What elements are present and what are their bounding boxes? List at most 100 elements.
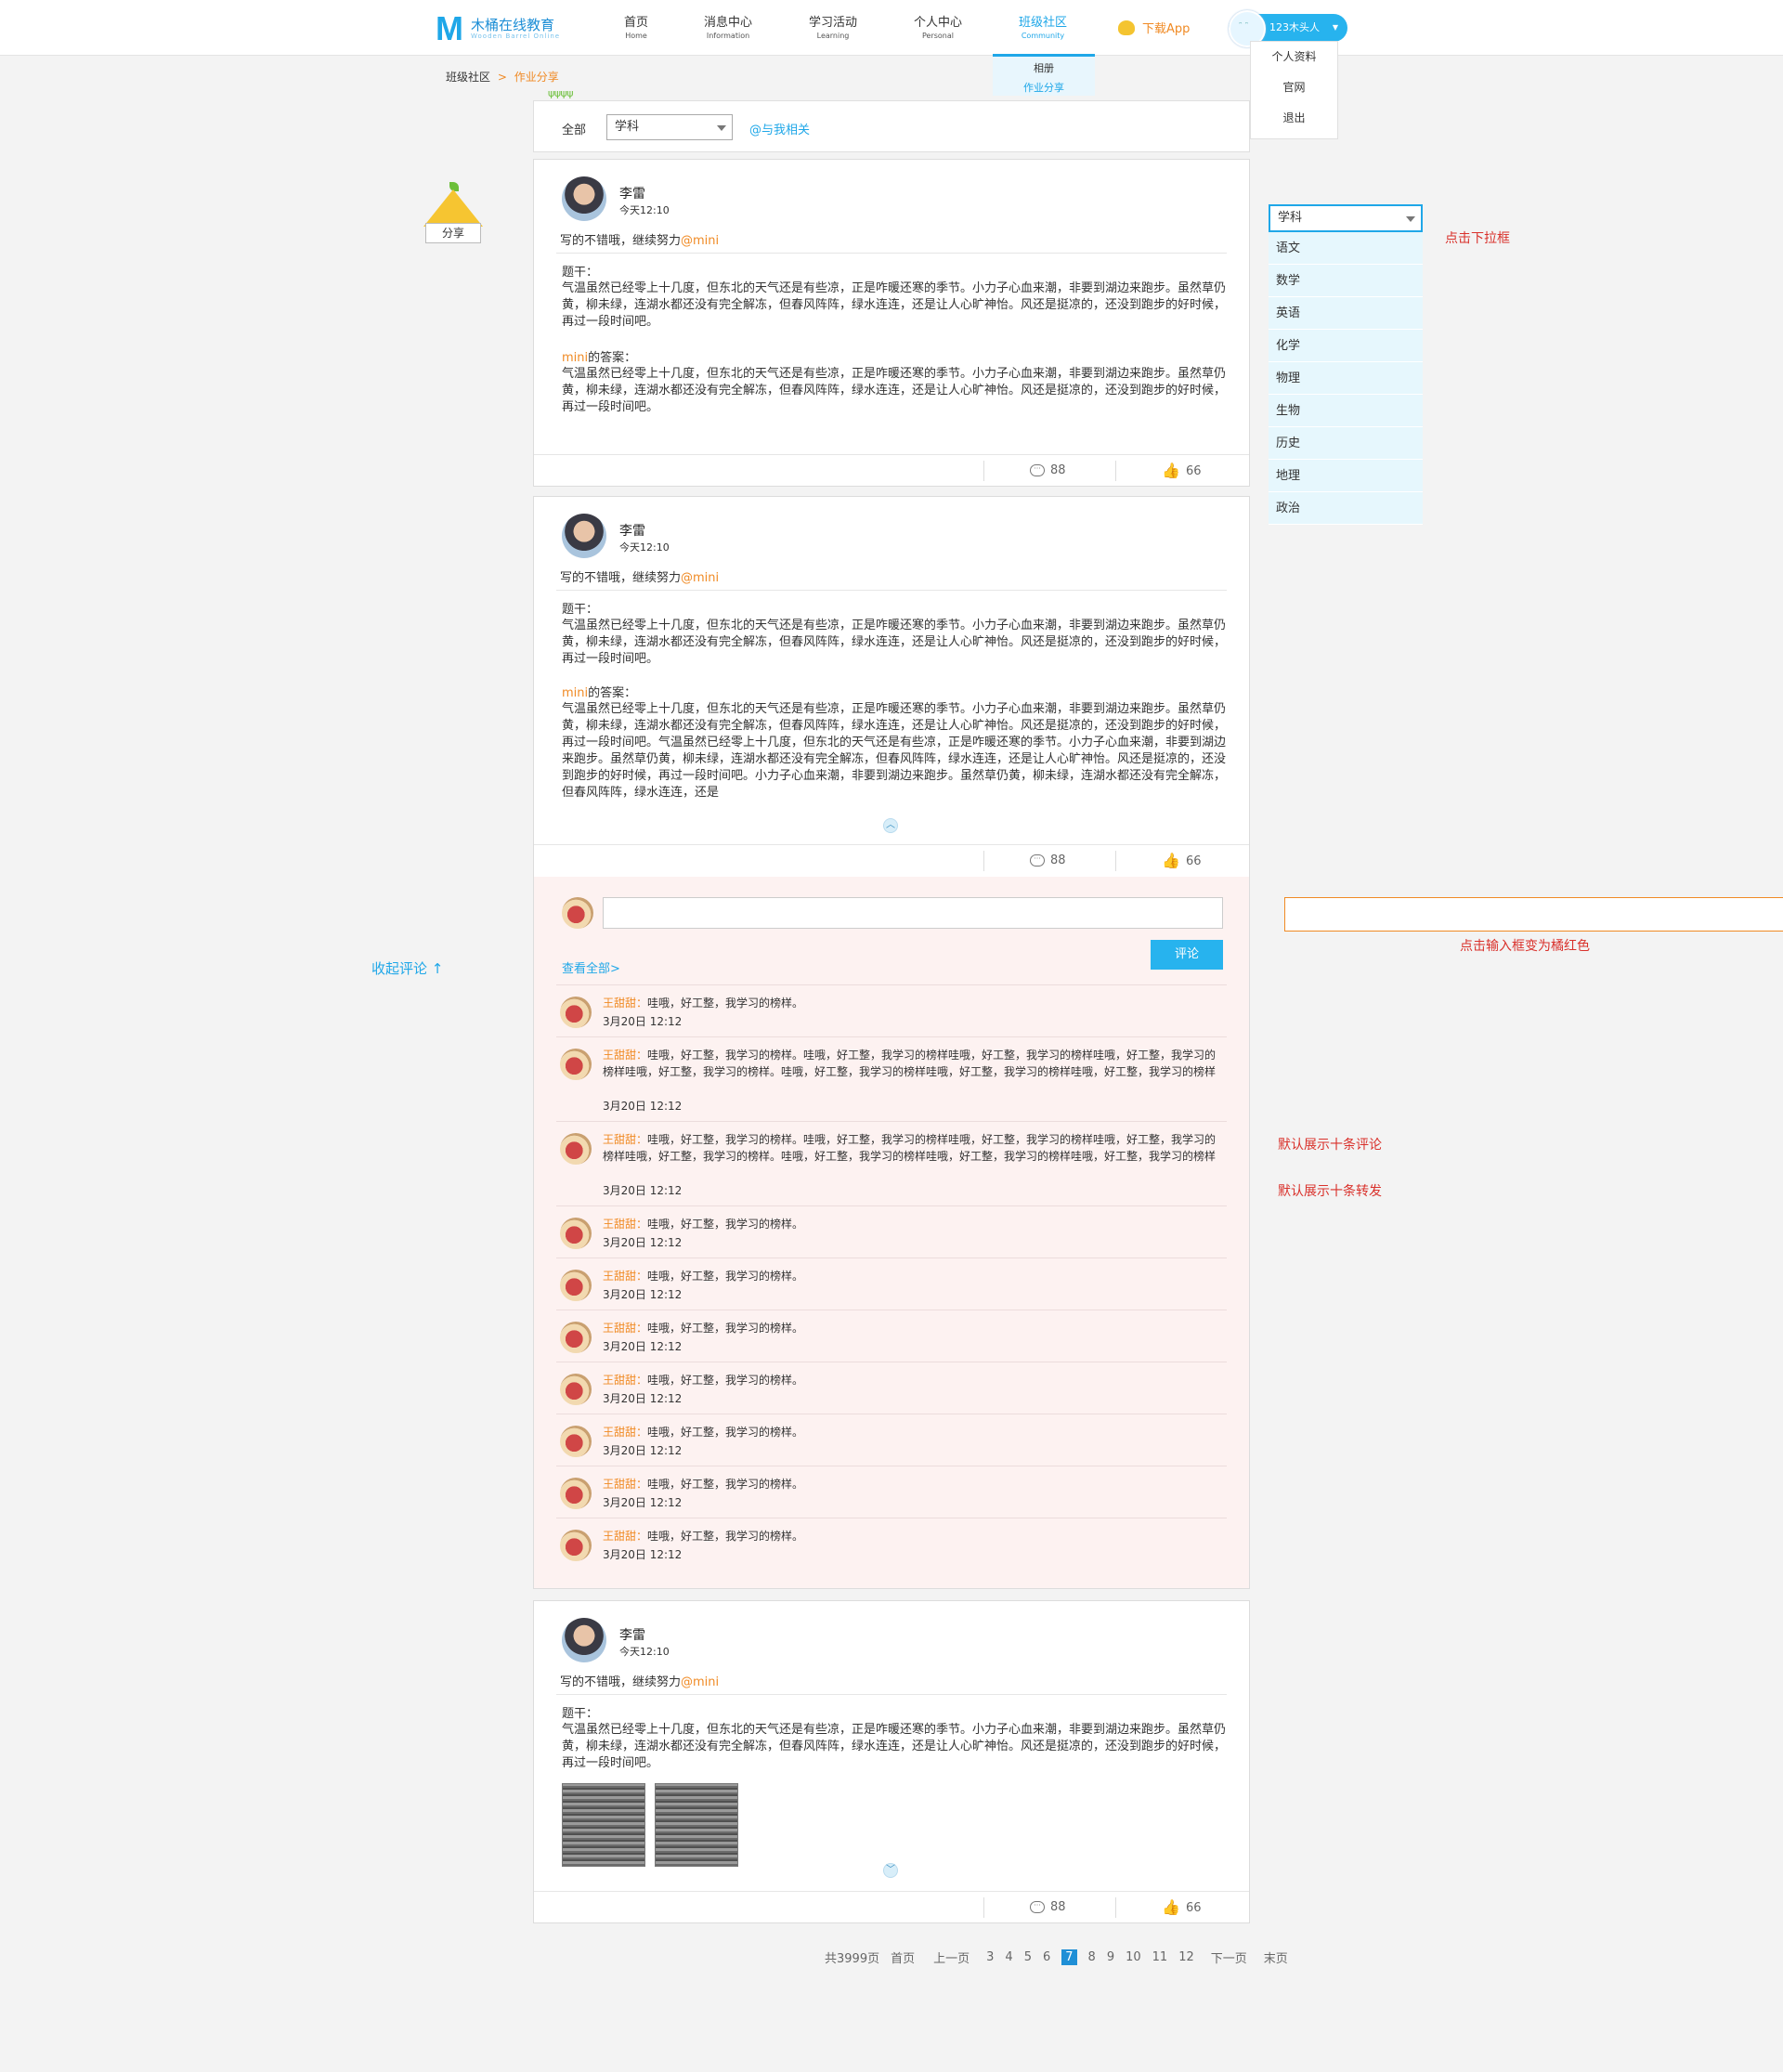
like-button[interactable]: 👍 66 <box>1162 854 1202 868</box>
subject-option[interactable]: 历史 <box>1269 427 1423 460</box>
comment-author[interactable]: 王甜甜： <box>603 1049 647 1062</box>
avatar[interactable] <box>560 1530 592 1561</box>
nav-information[interactable]: 消息中心 Information <box>686 15 770 41</box>
related-to-me-link[interactable]: @与我相关 <box>749 120 810 137</box>
comment-author[interactable]: 王甜甜： <box>603 1218 647 1231</box>
comment-author[interactable]: 王甜甜： <box>603 997 647 1010</box>
homework-image[interactable] <box>562 1783 645 1867</box>
subject-select[interactable]: 学科 <box>606 114 733 140</box>
user-menu-website[interactable]: 官网 <box>1251 72 1337 103</box>
subject-option[interactable]: 化学 <box>1269 330 1423 362</box>
collapse-comments-link[interactable]: 收起评论 ↑ <box>371 958 443 978</box>
breadcrumb-root[interactable]: 班级社区 <box>446 71 490 84</box>
filter-all[interactable]: 全部 <box>562 120 586 137</box>
page-link[interactable]: 8 <box>1088 1950 1096 1964</box>
avatar[interactable] <box>562 1618 606 1662</box>
page-link[interactable]: 11 <box>1152 1950 1168 1964</box>
comment-input[interactable] <box>603 897 1223 929</box>
answer-label-text: 的答案： <box>588 686 637 700</box>
page-link[interactable]: 9 <box>1107 1950 1114 1964</box>
submenu-homework-share[interactable]: 作业分享 <box>993 81 1095 96</box>
logo[interactable]: M 木桶在线教育 Wooden Barrel Online <box>436 12 560 46</box>
answer-author[interactable]: mini <box>562 351 588 365</box>
avatar[interactable] <box>560 1049 592 1080</box>
avatar[interactable] <box>560 1218 592 1249</box>
nav-personal[interactable]: 个人中心 Personal <box>896 15 980 41</box>
page-prev[interactable]: 上一页 <box>933 1948 970 1966</box>
avatar[interactable] <box>560 1426 592 1457</box>
comment-author[interactable]: 王甜甜： <box>603 1133 647 1146</box>
page-link[interactable]: 12 <box>1178 1950 1194 1964</box>
subject-select-value: 学科 <box>615 120 640 134</box>
avatar[interactable] <box>560 1270 592 1301</box>
comment-author[interactable]: 王甜甜： <box>603 1478 647 1491</box>
page-next[interactable]: 下一页 <box>1211 1948 1247 1966</box>
chevron-down-icon[interactable]: ﹀ <box>883 1863 898 1878</box>
page-link[interactable]: 6 <box>1043 1950 1050 1964</box>
nav-learning[interactable]: 学习活动 Learning <box>791 15 875 41</box>
download-app-link[interactable]: 下载App <box>1118 19 1190 36</box>
view-all-comments-link[interactable]: 查看全部> <box>562 958 620 976</box>
comment-author[interactable]: 王甜甜： <box>603 1374 647 1387</box>
avatar[interactable] <box>562 176 606 221</box>
subject-option[interactable]: 生物 <box>1269 395 1423 427</box>
comment-count: 88 <box>1050 854 1066 867</box>
submenu-album[interactable]: 相册 <box>993 57 1095 81</box>
divider <box>556 253 1227 254</box>
comment-date: 3月20日 12:12 <box>603 1100 683 1113</box>
comment-date: 3月20日 12:12 <box>603 1184 683 1197</box>
comment-count-button[interactable]: ··· 88 <box>1030 1900 1066 1914</box>
chevron-up-icon[interactable]: ︿ <box>883 818 898 833</box>
subject-option[interactable]: 语文 <box>1269 232 1423 265</box>
avatar[interactable] <box>562 514 606 558</box>
mention-link[interactable]: @mini <box>681 571 719 585</box>
comment-author[interactable]: 王甜甜： <box>603 1322 647 1335</box>
comment-author[interactable]: 王甜甜： <box>603 1426 647 1439</box>
post-author[interactable]: 李雷 <box>619 184 645 202</box>
user-menu-profile[interactable]: 个人资料 <box>1251 42 1337 72</box>
post-author[interactable]: 李雷 <box>619 1625 645 1644</box>
nav-home[interactable]: 首页 Home <box>594 15 678 41</box>
bird-icon <box>1118 20 1135 35</box>
subject-option[interactable]: 数学 <box>1269 265 1423 297</box>
subject-option[interactable]: 政治 <box>1269 492 1423 525</box>
avatar[interactable] <box>560 1374 592 1405</box>
avatar[interactable] <box>560 1133 592 1165</box>
page-last[interactable]: 末页 <box>1264 1948 1288 1966</box>
avatar[interactable] <box>560 1322 592 1353</box>
share-button[interactable]: 分享 <box>423 182 483 249</box>
comment-author[interactable]: 王甜甜： <box>603 1270 647 1283</box>
subject-option[interactable]: 物理 <box>1269 362 1423 395</box>
avatar[interactable] <box>560 1478 592 1509</box>
user-menu-logout[interactable]: 退出 <box>1251 103 1337 134</box>
comment-text: 王甜甜：哇哦，好工整，我学习的榜样。 <box>603 1216 1219 1232</box>
sprout-decoration-icon: ψ ψ ψ ψ <box>548 87 573 99</box>
comment-count-button[interactable]: ··· 88 <box>1030 463 1066 477</box>
comment-body: 哇哦，好工整，我学习的榜样。 <box>647 997 804 1010</box>
comment-submit-button[interactable]: 评论 <box>1151 940 1223 970</box>
mention-link[interactable]: @mini <box>681 234 719 248</box>
answer-author[interactable]: mini <box>562 686 588 700</box>
page-link[interactable]: 3 <box>986 1950 994 1964</box>
mention-link[interactable]: @mini <box>681 1675 719 1689</box>
page-link[interactable]: 5 <box>1024 1950 1032 1964</box>
focused-input-demo[interactable] <box>1284 897 1783 932</box>
post-author[interactable]: 李雷 <box>619 521 645 540</box>
homework-image[interactable] <box>655 1783 738 1867</box>
nav-community[interactable]: 班级社区 Community <box>1001 15 1085 41</box>
like-button[interactable]: 👍 66 <box>1162 463 1202 478</box>
nav-label: 个人中心 <box>913 16 962 30</box>
comment-author[interactable]: 王甜甜： <box>603 1530 647 1543</box>
comment-count-button[interactable]: ··· 88 <box>1030 854 1066 867</box>
comment-date: 3月20日 12:12 <box>603 1444 683 1457</box>
subject-option[interactable]: 地理 <box>1269 460 1423 492</box>
page-first[interactable]: 首页 <box>891 1948 915 1966</box>
page-link[interactable]: 10 <box>1126 1950 1141 1964</box>
subject-option[interactable]: 英语 <box>1269 297 1423 330</box>
like-button[interactable]: 👍 66 <box>1162 1900 1202 1915</box>
avatar[interactable] <box>560 997 592 1028</box>
post-card: 李雷 今天12:10 写的不错哦，继续努力@mini 题干： 气温虽然已经零上十… <box>533 496 1250 878</box>
page-link[interactable]: 4 <box>1005 1950 1012 1964</box>
page-link-current[interactable]: 7 <box>1061 1949 1077 1965</box>
subject-dropdown-select[interactable]: 学科 <box>1269 204 1423 232</box>
